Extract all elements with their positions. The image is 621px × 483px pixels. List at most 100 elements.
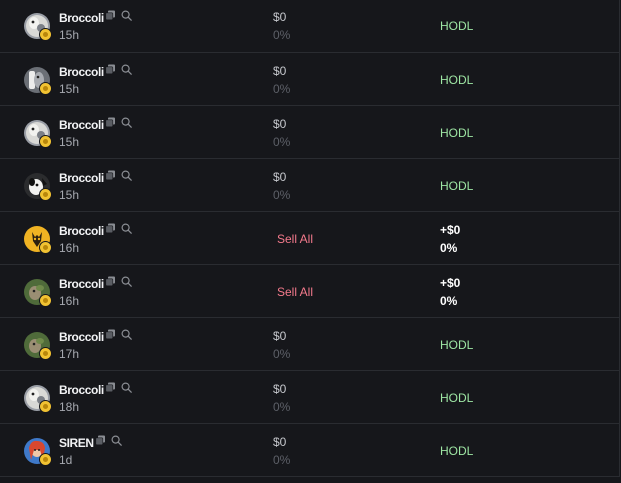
sell-all-button[interactable]: Sell All xyxy=(277,232,313,246)
copy-icon[interactable] xyxy=(105,170,116,181)
verified-badge-icon xyxy=(39,453,52,466)
position-value: $0 xyxy=(273,64,287,78)
token-age: 15h xyxy=(59,28,80,42)
verified-badge-icon xyxy=(39,82,52,95)
search-icon[interactable] xyxy=(121,117,132,128)
token-name[interactable]: SIREN xyxy=(59,436,94,450)
position-percent: 0% xyxy=(273,400,291,414)
position-value: $0 xyxy=(273,382,287,396)
token-row[interactable]: Broccoli 15h $0 0% HODL xyxy=(0,0,619,53)
position-percent: 0% xyxy=(273,82,291,96)
copy-icon[interactable] xyxy=(105,223,116,234)
verified-badge-icon xyxy=(39,135,52,148)
token-avatar[interactable] xyxy=(24,385,52,413)
position-percent: 0% xyxy=(273,28,291,42)
token-name[interactable]: Broccoli xyxy=(59,383,104,397)
token-age: 15h xyxy=(59,82,80,96)
token-name[interactable]: Broccoli xyxy=(59,277,104,291)
token-name-wrap: Broccoli xyxy=(59,329,132,344)
token-avatar[interactable] xyxy=(24,279,52,307)
hodl-status: HODL xyxy=(440,338,474,352)
token-row[interactable]: Broccoli 15h $0 0% HODL xyxy=(0,159,619,212)
position-value: $0 xyxy=(273,10,287,24)
token-name-wrap: Broccoli xyxy=(59,223,132,238)
hodl-status: HODL xyxy=(440,179,474,193)
token-age: 15h xyxy=(59,135,80,149)
token-name-wrap: Broccoli xyxy=(59,117,132,132)
verified-badge-icon xyxy=(39,188,52,201)
token-row[interactable]: Broccoli 16h Sell All +$0 0% xyxy=(0,265,619,318)
position-percent: 0% xyxy=(273,135,291,149)
hodl-status: HODL xyxy=(440,391,474,405)
token-avatar[interactable] xyxy=(24,120,52,148)
search-icon[interactable] xyxy=(121,276,132,287)
search-icon[interactable] xyxy=(111,435,122,446)
token-row[interactable]: SIREN 1d $0 0% HODL xyxy=(0,424,619,477)
verified-badge-icon xyxy=(39,28,52,41)
token-age: 18h xyxy=(59,400,80,414)
token-row[interactable]: Broccoli 17h $0 0% HODL xyxy=(0,318,619,371)
search-icon[interactable] xyxy=(121,329,132,340)
token-name-wrap: Broccoli xyxy=(59,64,132,79)
token-avatar[interactable] xyxy=(24,226,52,254)
hodl-status: HODL xyxy=(440,73,474,87)
position-value: $0 xyxy=(273,117,287,131)
position-percent: 0% xyxy=(273,347,291,361)
token-age: 16h xyxy=(59,294,80,308)
token-name-wrap: Broccoli xyxy=(59,276,132,291)
pnl-value: +$0 xyxy=(440,276,461,290)
token-name[interactable]: Broccoli xyxy=(59,330,104,344)
hodl-status: HODL xyxy=(440,19,474,33)
token-avatar[interactable] xyxy=(24,438,52,466)
token-name-wrap: Broccoli xyxy=(59,170,132,185)
copy-icon[interactable] xyxy=(105,276,116,287)
token-avatar[interactable] xyxy=(24,332,52,360)
token-age: 15h xyxy=(59,188,80,202)
hodl-status: HODL xyxy=(440,126,474,140)
token-age: 16h xyxy=(59,241,80,255)
search-icon[interactable] xyxy=(121,223,132,234)
position-percent: 0% xyxy=(273,453,291,467)
pnl-value: +$0 xyxy=(440,223,461,237)
copy-icon[interactable] xyxy=(105,329,116,340)
pnl-percent: 0% xyxy=(440,241,458,255)
verified-badge-icon xyxy=(39,241,52,254)
copy-icon[interactable] xyxy=(105,64,116,75)
search-icon[interactable] xyxy=(121,170,132,181)
token-list: Broccoli 15h $0 0% HODL Broccoli 15h $0 0% HODL Br… xyxy=(0,0,620,477)
token-row[interactable]: Broccoli 16h Sell All +$0 0% xyxy=(0,212,619,265)
copy-icon[interactable] xyxy=(95,435,106,446)
verified-badge-icon xyxy=(39,294,52,307)
token-name[interactable]: Broccoli xyxy=(59,224,104,238)
pnl-percent: 0% xyxy=(440,294,458,308)
position-percent: 0% xyxy=(273,188,291,202)
token-row[interactable]: Broccoli 15h $0 0% HODL xyxy=(0,53,619,106)
hodl-status: HODL xyxy=(440,444,474,458)
token-age: 1d xyxy=(59,453,73,467)
token-age: 17h xyxy=(59,347,80,361)
token-name[interactable]: Broccoli xyxy=(59,118,104,132)
token-name-wrap: Broccoli xyxy=(59,10,132,25)
sell-all-button[interactable]: Sell All xyxy=(277,285,313,299)
search-icon[interactable] xyxy=(121,10,132,21)
search-icon[interactable] xyxy=(121,64,132,75)
position-value: $0 xyxy=(273,329,287,343)
token-name-wrap: Broccoli xyxy=(59,382,132,397)
copy-icon[interactable] xyxy=(105,382,116,393)
token-avatar[interactable] xyxy=(24,67,52,95)
token-name[interactable]: Broccoli xyxy=(59,171,104,185)
token-avatar[interactable] xyxy=(24,13,52,41)
token-name[interactable]: Broccoli xyxy=(59,11,104,25)
token-avatar[interactable] xyxy=(24,173,52,201)
copy-icon[interactable] xyxy=(105,10,116,21)
verified-badge-icon xyxy=(39,347,52,360)
token-row[interactable]: Broccoli 15h $0 0% HODL xyxy=(0,106,619,159)
search-icon[interactable] xyxy=(121,382,132,393)
token-name[interactable]: Broccoli xyxy=(59,65,104,79)
token-row[interactable]: Broccoli 18h $0 0% HODL xyxy=(0,371,619,424)
position-value: $0 xyxy=(273,170,287,184)
position-value: $0 xyxy=(273,435,287,449)
token-name-wrap: SIREN xyxy=(59,435,122,450)
verified-badge-icon xyxy=(39,400,52,413)
copy-icon[interactable] xyxy=(105,117,116,128)
